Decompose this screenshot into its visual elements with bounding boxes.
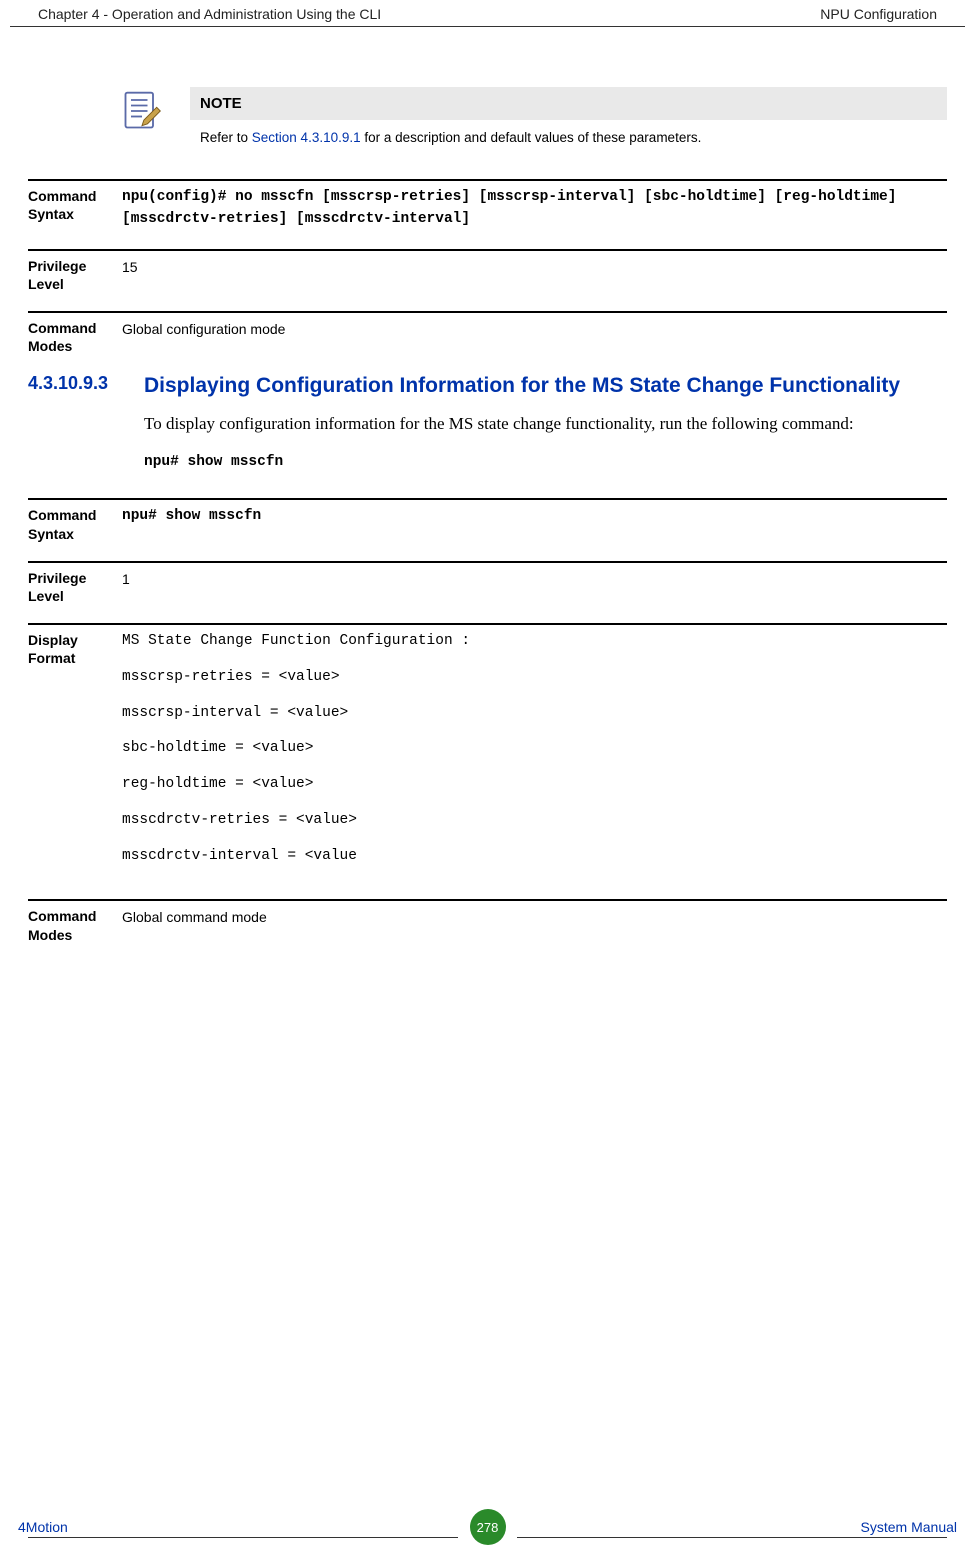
display-line: msscrsp-interval = <value>: [122, 703, 947, 725]
section: 4.3.10.9.3 Displaying Configuration Info…: [28, 373, 947, 470]
display-line: msscrsp-retries = <value>: [122, 667, 947, 689]
footer-center: 278: [464, 1509, 512, 1545]
privilege-level-block: Privilege Level 15: [28, 249, 947, 293]
note-body: NOTE Refer to Section 4.3.10.9.1 for a d…: [190, 87, 947, 149]
privilege-level-value: 15: [122, 257, 947, 278]
command-syntax-body-2: npu# show msscfn: [122, 506, 947, 528]
page-header: Chapter 4 - Operation and Administration…: [10, 0, 965, 27]
command-syntax-block: Command Syntax npu(config)# no msscfn [m…: [28, 179, 947, 231]
note-icon: [118, 89, 166, 136]
command-syntax-label: Command Syntax: [28, 187, 122, 223]
section-paragraph: To display configuration information for…: [144, 410, 947, 439]
display-format-label: Display Format: [28, 631, 122, 667]
note-text: Refer to Section 4.3.10.9.1 for a descri…: [190, 120, 947, 149]
page-number: 278: [477, 1520, 499, 1535]
section-column: Displaying Configuration Information for…: [144, 373, 947, 470]
command-modes-block: Command Modes Global configuration mode: [28, 311, 947, 355]
page-footer: 4Motion 278 System Manual: [18, 1519, 957, 1535]
privilege-level-label-2: Privilege Level: [28, 569, 122, 605]
command-modes-label: Command Modes: [28, 319, 122, 355]
header-left: Chapter 4 - Operation and Administration…: [38, 6, 381, 22]
page-number-badge: 278: [470, 1509, 506, 1545]
privilege-level-label: Privilege Level: [28, 257, 122, 293]
display-line: sbc-holdtime = <value>: [122, 738, 947, 760]
section-title: Displaying Configuration Information for…: [144, 373, 947, 399]
note-block: NOTE Refer to Section 4.3.10.9.1 for a d…: [118, 87, 947, 149]
command-syntax-body: npu(config)# no msscfn [msscrsp-retries]…: [122, 187, 947, 231]
display-line: msscdrctv-interval = <value: [122, 846, 947, 868]
command-syntax-block-2: Command Syntax npu# show msscfn: [28, 498, 947, 542]
display-format-body: MS State Change Function Configuration :…: [122, 631, 947, 881]
page-content: NOTE Refer to Section 4.3.10.9.1 for a d…: [0, 27, 975, 944]
note-text-pre: Refer to: [200, 130, 252, 145]
section-command: npu# show msscfn: [144, 454, 947, 470]
command-modes-value: Global configuration mode: [122, 319, 947, 340]
note-text-post: for a description and default values of …: [361, 130, 702, 145]
footer-left: 4Motion: [18, 1519, 68, 1535]
note-link[interactable]: Section 4.3.10.9.1: [252, 130, 361, 145]
section-number: 4.3.10.9.3: [28, 373, 144, 394]
display-line: msscdrctv-retries = <value>: [122, 810, 947, 832]
command-modes-value-2: Global command mode: [122, 907, 947, 928]
privilege-level-block-2: Privilege Level 1: [28, 561, 947, 605]
footer-rule-left: [28, 1537, 458, 1538]
command-modes-block-2: Command Modes Global command mode: [28, 899, 947, 943]
note-label: NOTE: [190, 87, 947, 120]
footer-rule-right: [517, 1537, 947, 1538]
command-modes-label-2: Command Modes: [28, 907, 122, 943]
privilege-level-value-2: 1: [122, 569, 947, 590]
header-right: NPU Configuration: [820, 6, 937, 22]
display-format-block: Display Format MS State Change Function …: [28, 623, 947, 881]
display-line: reg-holdtime = <value>: [122, 774, 947, 796]
display-line: MS State Change Function Configuration :: [122, 631, 947, 653]
footer-right: System Manual: [861, 1519, 957, 1535]
command-syntax-label-2: Command Syntax: [28, 506, 122, 542]
